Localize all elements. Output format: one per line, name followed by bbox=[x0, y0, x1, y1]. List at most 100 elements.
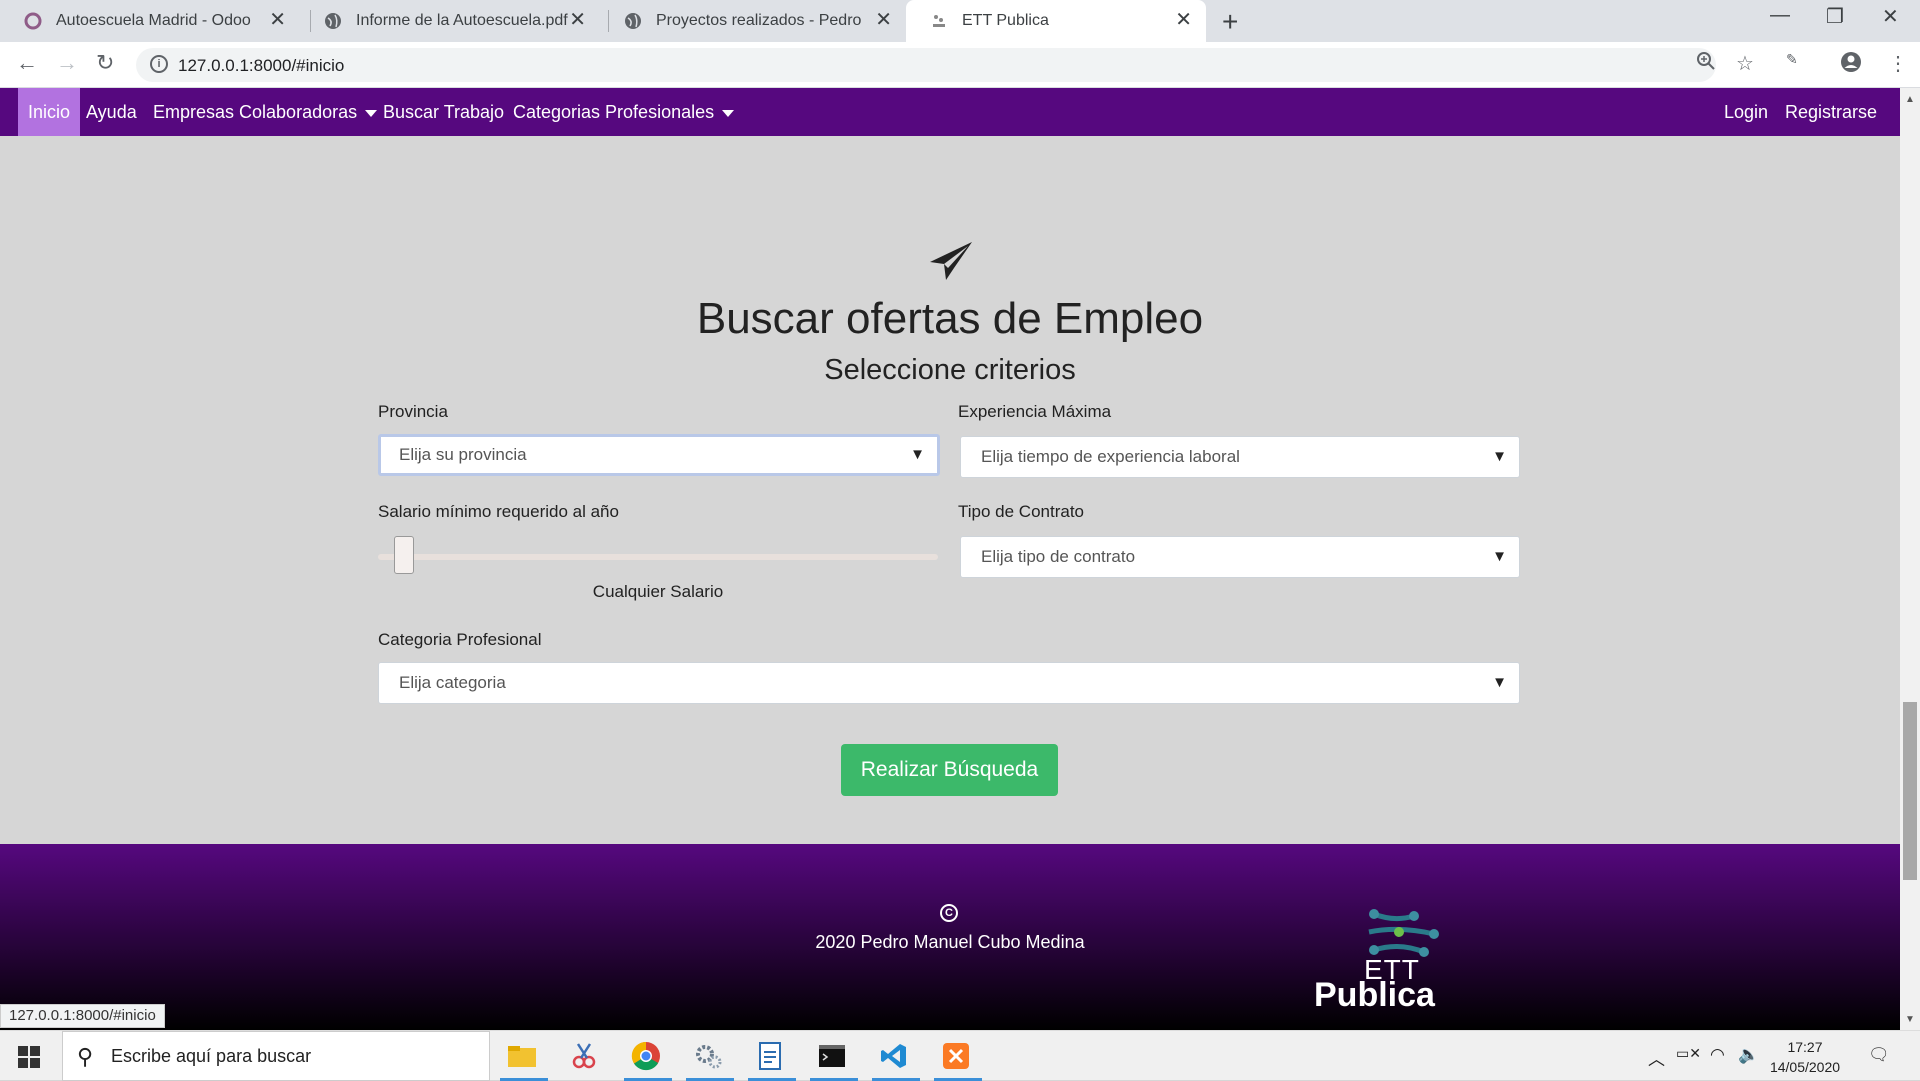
clock-time: 17:27 bbox=[1787, 1039, 1823, 1055]
address-bar[interactable]: i 127.0.0.1:8000/#inicio bbox=[136, 48, 1716, 82]
info-icon[interactable]: i bbox=[150, 55, 168, 73]
browser-toolbar: ← → ↻ i 127.0.0.1:8000/#inicio ☆ ✎ ⋮ bbox=[0, 42, 1920, 88]
forward-icon[interactable]: → bbox=[56, 50, 78, 76]
zoom-icon[interactable] bbox=[1696, 51, 1716, 77]
dropdown-arrow-icon: ▼ bbox=[910, 446, 925, 463]
dropdown-arrow-icon: ▼ bbox=[1492, 448, 1507, 465]
scroll-up-icon[interactable]: ▲ bbox=[1905, 94, 1915, 105]
scroll-thumb[interactable] bbox=[1903, 702, 1917, 880]
page-subtitle: Seleccione criterios bbox=[824, 354, 1076, 386]
document-editor-icon[interactable] bbox=[748, 1037, 796, 1081]
salario-label: Salario mínimo requerido al año bbox=[378, 502, 619, 521]
close-tab-icon[interactable]: ✕ bbox=[875, 10, 892, 30]
page-title: Buscar ofertas de Empleo bbox=[696, 294, 1204, 343]
logo-text-publica: Publica bbox=[1314, 976, 1435, 1014]
vscode-icon[interactable] bbox=[872, 1037, 920, 1081]
menu-dots-icon[interactable]: ⋮ bbox=[1888, 51, 1908, 76]
copyright-icon: C bbox=[940, 904, 958, 922]
tab-title: Proyectos realizados - Pedro bbox=[656, 12, 862, 29]
tab-autoescuela-odoo[interactable]: Autoescuela Madrid - Odoo ✕ bbox=[0, 0, 300, 42]
extension-icon[interactable]: ✎ bbox=[1786, 51, 1798, 68]
close-tab-icon[interactable]: ✕ bbox=[269, 10, 286, 30]
close-tab-icon[interactable]: ✕ bbox=[569, 10, 586, 30]
snipping-tool-icon[interactable] bbox=[562, 1037, 606, 1075]
ett-favicon-icon bbox=[930, 12, 948, 30]
tab-ett-publica[interactable]: ETT Publica ✕ bbox=[906, 0, 1206, 42]
nav-categorias-profesionales[interactable]: Categorias Profesionales bbox=[513, 88, 735, 136]
new-tab-button[interactable]: + bbox=[1222, 6, 1238, 38]
wifi-icon[interactable]: ◠ bbox=[1710, 1045, 1725, 1065]
nav-registrarse[interactable]: Registrarse bbox=[1785, 88, 1877, 136]
settings-gear-icon[interactable] bbox=[686, 1037, 734, 1081]
back-icon[interactable]: ← bbox=[16, 50, 38, 76]
nav-buscar-trabajo[interactable]: Buscar Trabajo bbox=[383, 88, 504, 136]
volume-icon[interactable]: 🔈 bbox=[1738, 1045, 1759, 1065]
profile-icon[interactable] bbox=[1840, 51, 1862, 79]
provincia-select[interactable]: Elija su provincia ▼ bbox=[378, 434, 940, 476]
provincia-value: Elija su provincia bbox=[399, 445, 527, 464]
categoria-select[interactable]: Elija categoria ▼ bbox=[378, 662, 1520, 704]
battery-icon[interactable]: ▭✕ bbox=[1676, 1045, 1701, 1062]
search-icon: ⚲ bbox=[77, 1044, 94, 1069]
ett-publica-logo: ETT Publica bbox=[1314, 904, 1484, 1014]
tray-chevron-up-icon[interactable]: ︿ bbox=[1648, 1045, 1665, 1070]
windows-taskbar: ⚲ Escribe aquí para buscar ︿ ▭✕ ◠ 🔈 17:2… bbox=[0, 1030, 1920, 1081]
paper-plane-icon bbox=[928, 240, 974, 289]
browser-tab-strip: Autoescuela Madrid - Odoo ✕ Informe de l… bbox=[0, 0, 1920, 42]
nav-empresas-colaboradoras[interactable]: Empresas Colaboradoras bbox=[153, 88, 378, 136]
file-explorer-icon[interactable] bbox=[500, 1037, 548, 1081]
url-text[interactable]: 127.0.0.1:8000/#inicio bbox=[178, 56, 344, 76]
categoria-label: Categoria Profesional bbox=[378, 630, 542, 649]
close-tab-icon[interactable]: ✕ bbox=[1175, 10, 1192, 30]
clock-date: 14/05/2020 bbox=[1769, 1059, 1841, 1075]
globe-icon bbox=[624, 12, 642, 30]
salario-value: Cualquier Salario bbox=[592, 582, 724, 601]
dropdown-arrow-icon: ▼ bbox=[1492, 674, 1507, 691]
dropdown-arrow-icon: ▼ bbox=[1492, 548, 1507, 565]
search-section: Buscar ofertas de Empleo Seleccione crit… bbox=[0, 136, 1900, 844]
contrato-value: Elija tipo de contrato bbox=[981, 547, 1136, 566]
nav-inicio[interactable]: Inicio bbox=[18, 88, 81, 136]
windows-start-icon[interactable] bbox=[18, 1046, 40, 1068]
tab-title: Autoescuela Madrid - Odoo bbox=[56, 12, 251, 29]
tab-informe-pdf[interactable]: Informe de la Autoescuela.pdf ✕ bbox=[300, 0, 600, 42]
taskbar-clock[interactable]: 17:27 14/05/2020 bbox=[1768, 1037, 1842, 1077]
notifications-icon[interactable]: 🗨 bbox=[1868, 1045, 1890, 1065]
xampp-icon[interactable] bbox=[934, 1037, 982, 1081]
reload-icon[interactable]: ↻ bbox=[96, 50, 114, 76]
status-url-bubble: 127.0.0.1:8000/#inicio bbox=[0, 1004, 165, 1028]
page-scrollbar[interactable]: ▲ ▼ bbox=[1900, 88, 1920, 1030]
salario-slider-handle[interactable] bbox=[394, 536, 414, 574]
taskbar-search-box[interactable]: ⚲ Escribe aquí para buscar bbox=[62, 1031, 490, 1081]
footer: C 2020 Pedro Manuel Cubo Medina ETT Publ… bbox=[0, 844, 1900, 1030]
taskbar-search-placeholder: Escribe aquí para buscar bbox=[111, 1046, 312, 1066]
salario-slider-track[interactable] bbox=[378, 554, 938, 560]
restore-icon[interactable]: ❐ bbox=[1826, 4, 1844, 29]
tab-title: ETT Publica bbox=[962, 12, 1049, 29]
site-navbar: Inicio Ayuda Empresas Colaboradoras Busc… bbox=[0, 88, 1900, 136]
contrato-label: Tipo de Contrato bbox=[958, 502, 1084, 521]
nav-label: Empresas Colaboradoras bbox=[153, 102, 358, 122]
globe-icon bbox=[324, 12, 342, 30]
minimize-icon[interactable]: — bbox=[1770, 4, 1790, 27]
experiencia-label: Experiencia Máxima bbox=[958, 402, 1112, 421]
contrato-select[interactable]: Elija tipo de contrato ▼ bbox=[960, 536, 1520, 578]
close-window-icon[interactable]: ✕ bbox=[1882, 4, 1899, 29]
copyright-text: 2020 Pedro Manuel Cubo Medina bbox=[815, 932, 1085, 952]
caret-down-icon bbox=[722, 109, 735, 117]
chrome-icon[interactable] bbox=[624, 1037, 672, 1081]
scroll-down-icon[interactable]: ▼ bbox=[1905, 1014, 1915, 1025]
nav-login[interactable]: Login bbox=[1724, 88, 1768, 136]
realizar-busqueda-button[interactable]: Realizar Búsqueda bbox=[841, 744, 1058, 796]
provincia-label: Provincia bbox=[378, 402, 448, 421]
bookmark-star-icon[interactable]: ☆ bbox=[1736, 51, 1754, 76]
nav-ayuda[interactable]: Ayuda bbox=[86, 88, 137, 136]
nav-label: Categorias Profesionales bbox=[513, 102, 715, 122]
categoria-value: Elija categoria bbox=[399, 673, 506, 692]
experiencia-select[interactable]: Elija tiempo de experiencia laboral ▼ bbox=[960, 436, 1520, 478]
caret-down-icon bbox=[365, 109, 378, 117]
logo-molecule-icon bbox=[1368, 909, 1439, 957]
odoo-icon bbox=[24, 12, 42, 30]
tab-proyectos[interactable]: Proyectos realizados - Pedro ✕ bbox=[600, 0, 906, 42]
terminal-icon[interactable] bbox=[810, 1037, 858, 1081]
